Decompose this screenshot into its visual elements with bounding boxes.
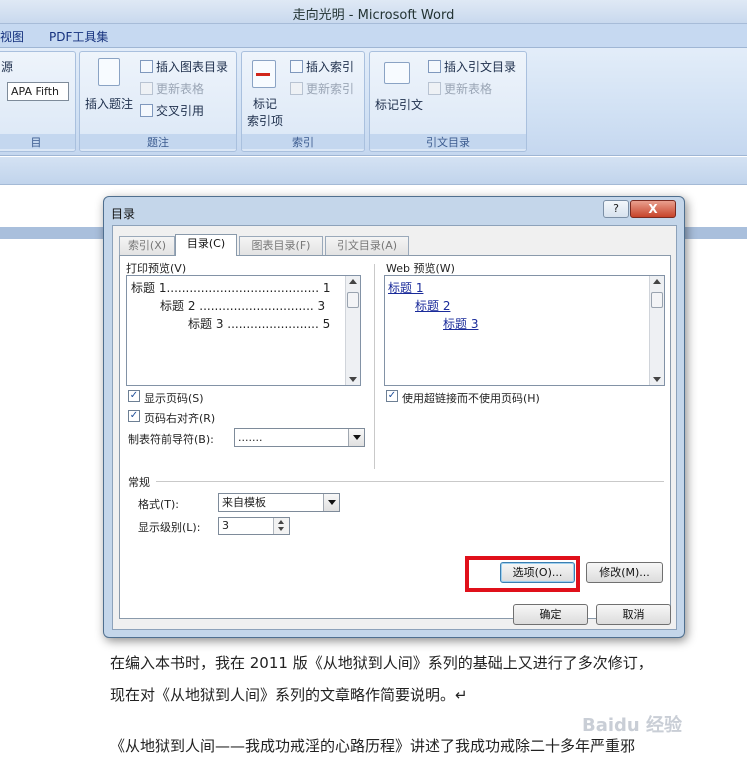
print-preview-label: 打印预览(V): [126, 262, 187, 275]
ribbon-tabs: 视图 PDF工具集: [0, 24, 747, 48]
right-align-label: 页码右对齐(R): [144, 412, 216, 425]
captions-group-label: 题注: [80, 134, 236, 149]
window-titlebar: 走向光明 - Microsoft Word: [0, 0, 747, 24]
cancel-button[interactable]: 取消: [596, 604, 671, 625]
authorities-group-label: 引文目录: [370, 134, 526, 149]
tab-view[interactable]: 视图: [0, 28, 24, 45]
captions-group: 插入题注 插入图表目录 更新表格 交叉引用 题注: [79, 51, 237, 152]
levels-spinner[interactable]: 3: [218, 517, 290, 535]
annotation-highlight-box: [465, 556, 580, 592]
dialog-title: 目录: [111, 207, 136, 221]
tab-toc[interactable]: 目录(C): [175, 234, 237, 256]
table-of-figures-icon: [140, 60, 153, 73]
tab-table-of-authorities[interactable]: 引文目录(A): [325, 236, 409, 255]
update-index-icon: [290, 82, 303, 95]
insert-table-of-figures-button[interactable]: 插入图表目录: [140, 58, 228, 75]
style-select-value: APA Fifth: [11, 85, 60, 98]
dialog-body: 索引(X) 目录(C) 图表目录(F) 引文目录(A) 打印预览(V) 标题 1…: [112, 225, 677, 630]
toc-panel: 打印预览(V) 标题 1............................…: [119, 255, 671, 619]
scroll-down-icon: [653, 377, 661, 382]
modify-button[interactable]: 修改(M)...: [586, 562, 663, 583]
tab-leader-select[interactable]: .......: [234, 428, 365, 447]
update-table-icon: [140, 82, 153, 95]
update-table-button[interactable]: 更新表格: [140, 80, 204, 97]
ribbon: 源 APA Fifth 目 插入题注 插入图表目录 更新表格 交叉引用 题注 标…: [0, 48, 747, 156]
update-toa-icon: [428, 82, 441, 95]
web-preview-line-1[interactable]: 标题 1: [388, 279, 423, 296]
print-preview-scrollbar[interactable]: [345, 276, 360, 385]
use-hyperlinks-label: 使用超链接而不使用页码(H): [402, 392, 540, 405]
insert-index-button[interactable]: 插入索引: [290, 58, 354, 75]
ok-button[interactable]: 确定: [513, 604, 588, 625]
citations-group-label: 目: [0, 134, 75, 149]
authorities-group: 标记引文 插入引文目录 更新表格 引文目录: [369, 51, 527, 152]
help-button[interactable]: ?: [603, 200, 629, 218]
print-preview-line-3: 标题 3 ........................ 5: [188, 317, 331, 331]
tab-table-of-figures[interactable]: 图表目录(F): [239, 236, 323, 255]
web-preview-line-3[interactable]: 标题 3: [443, 315, 478, 332]
vertical-divider: [374, 264, 375, 469]
right-align-checkbox[interactable]: ✓: [128, 410, 140, 422]
watermark: Baidu 经验: [582, 715, 683, 736]
web-preview-label: Web 预览(W): [386, 262, 455, 275]
toc-dialog: 目录 ? X 索引(X) 目录(C) 图表目录(F) 引文目录(A) 打印预览(…: [103, 196, 685, 638]
formats-select[interactable]: 来自模板: [218, 493, 340, 512]
use-hyperlinks-checkbox[interactable]: ✓: [386, 390, 398, 402]
insert-index-icon: [290, 60, 303, 73]
window-title: 走向光明 - Microsoft Word: [292, 8, 455, 23]
update-toa-button[interactable]: 更新表格: [428, 80, 492, 97]
web-preview-box[interactable]: 标题 1 标题 2 标题 3: [384, 275, 665, 386]
index-group: 标记 索引项 插入索引 更新索引 索引: [241, 51, 365, 152]
document-line-2: 现在对《从地狱到人间》系列的文章略作简要说明。↵: [110, 686, 468, 704]
chevron-down-icon: [323, 494, 339, 511]
tab-leader-label: 制表符前导符(B):: [128, 433, 214, 446]
print-preview-line-2: 标题 2 .............................. 3: [160, 299, 326, 313]
mark-entry-icon: [252, 60, 276, 88]
mark-entry-button[interactable]: 标记: [253, 95, 277, 112]
scroll-up-icon: [349, 279, 357, 284]
levels-label: 显示级别(L):: [138, 521, 201, 534]
show-page-numbers-checkbox[interactable]: ✓: [128, 390, 140, 402]
web-preview-scrollbar[interactable]: [649, 276, 664, 385]
levels-value: 3: [222, 519, 229, 532]
cross-reference-button[interactable]: 交叉引用: [140, 102, 204, 119]
scroll-up-icon: [653, 279, 661, 284]
mark-citation-icon: [384, 62, 410, 84]
spinner-arrows-icon[interactable]: [273, 518, 289, 534]
chevron-down-icon: [348, 429, 364, 446]
print-preview-line-1: 标题 1....................................…: [131, 281, 331, 295]
scroll-down-icon: [349, 377, 357, 382]
formats-label: 格式(T):: [138, 498, 180, 511]
insert-caption-button[interactable]: 插入题注: [85, 95, 133, 112]
close-button[interactable]: X: [630, 200, 676, 218]
source-label: 源: [1, 60, 14, 74]
print-preview-box[interactable]: 标题 1....................................…: [126, 275, 361, 386]
cross-reference-icon: [140, 104, 153, 117]
mark-entry-button-line2[interactable]: 索引项: [247, 112, 283, 129]
general-divider: [156, 481, 664, 482]
document-line-1: 在编入本书时，我在 2011 版《从地狱到人间》系列的基础上又进行了多次修订，: [110, 654, 653, 672]
update-index-button[interactable]: 更新索引: [290, 80, 354, 97]
insert-toa-icon: [428, 60, 441, 73]
tab-leader-value: .......: [238, 431, 263, 444]
show-page-numbers-label: 显示页码(S): [144, 392, 204, 405]
style-select[interactable]: APA Fifth: [7, 82, 69, 101]
tab-index[interactable]: 索引(X): [119, 236, 175, 255]
index-group-label: 索引: [242, 134, 364, 149]
web-preview-line-2[interactable]: 标题 2: [415, 297, 450, 314]
insert-toa-button[interactable]: 插入引文目录: [428, 58, 516, 75]
citations-group: 源 APA Fifth 目: [0, 51, 76, 152]
insert-caption-icon: [98, 58, 120, 86]
mark-citation-button[interactable]: 标记引文: [375, 96, 423, 113]
formats-value: 来自模板: [222, 496, 266, 509]
tab-pdf-tools[interactable]: PDF工具集: [49, 28, 108, 45]
general-label: 常规: [128, 476, 150, 489]
ruler-bar: [0, 157, 747, 185]
document-line-3: 《从地狱到人间——我成功戒淫的心路历程》讲述了我成功戒除二十多年严重邪: [110, 737, 636, 755]
